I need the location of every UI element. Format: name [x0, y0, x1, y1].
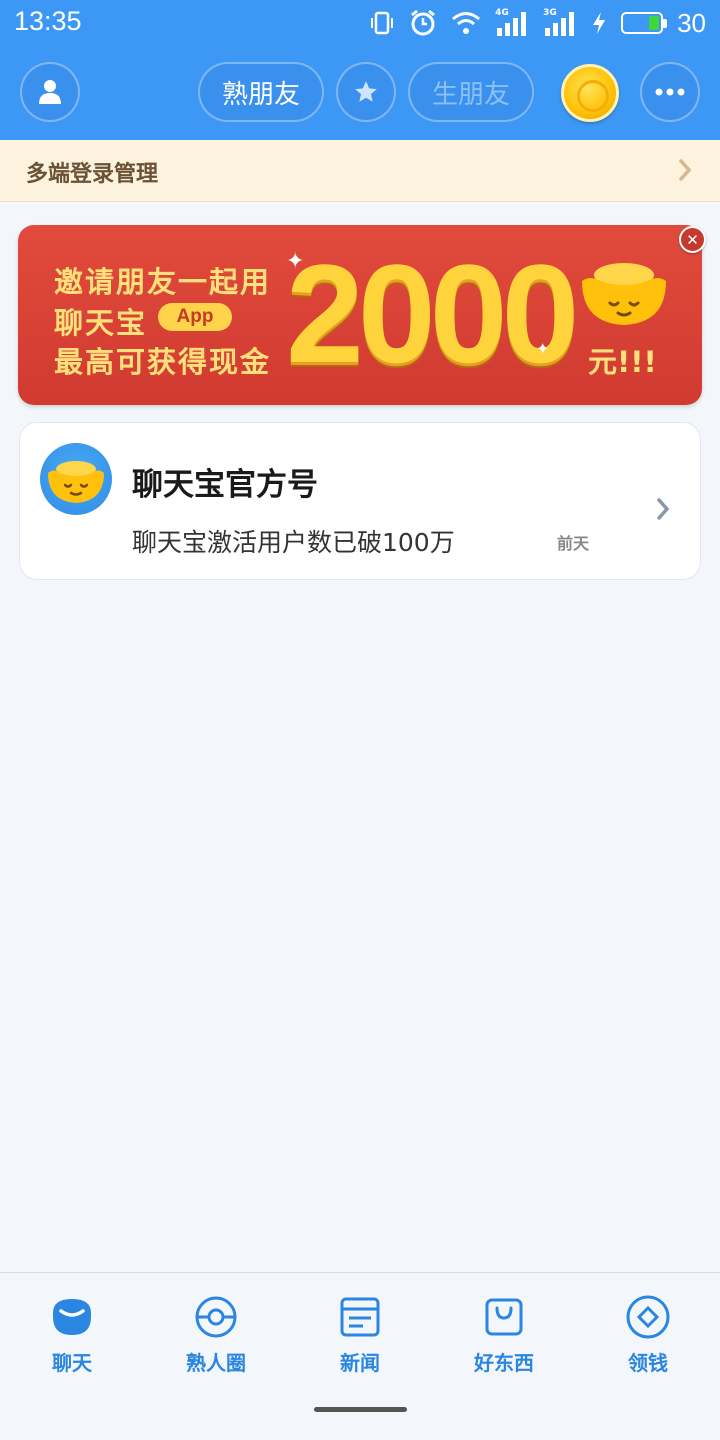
banner-unit: 元!!! [588, 345, 657, 379]
home-indicator[interactable] [314, 1407, 407, 1412]
app-header: 13:35 4G 3G 30 熟朋友 生朋友 [0, 0, 720, 140]
multi-device-login-bar[interactable]: 多端登录管理 [0, 140, 720, 202]
chat-icon [48, 1295, 96, 1339]
chevron-right-icon [657, 498, 670, 520]
gold-ingot-icon [48, 461, 104, 503]
bottom-nav: 聊天 熟人圈 新闻 好东西 领钱 [0, 1272, 720, 1382]
nav-item-chat[interactable]: 聊天 [12, 1295, 132, 1376]
star-icon [355, 81, 377, 102]
app-badge: App [158, 303, 232, 331]
alarm-icon [411, 9, 436, 36]
official-account-avatar [40, 443, 112, 515]
close-icon: ✕ [686, 230, 699, 249]
vibrate-icon [371, 11, 394, 35]
battery-level: 30 [677, 7, 706, 38]
nav-label: 熟人圈 [186, 1351, 246, 1375]
person-icon [39, 80, 61, 104]
login-bar-label: 多端登录管理 [26, 162, 159, 187]
sparkle-icon: ✦ [286, 249, 305, 274]
banner-line-2: 聊天宝 [54, 306, 148, 340]
chat-list-item[interactable]: 聊天宝官方号 聊天宝激活用户数已破100万 前天 [19, 422, 701, 580]
wifi-icon [452, 12, 481, 34]
banner-amount: 2000 [286, 235, 579, 392]
invite-promo-banner[interactable]: 邀请朋友一起用 聊天宝 App 最高可获得现金 2000 ✦ ✦ 元!!! [18, 225, 702, 405]
banner-line-3: 最高可获得现金 [54, 345, 272, 379]
sparkle-icon: ✦ [536, 339, 550, 358]
nav-item-earn[interactable]: 领钱 [588, 1295, 708, 1376]
gold-coin-button[interactable] [561, 64, 619, 122]
more-dots-icon [655, 88, 685, 96]
nav-label: 新闻 [340, 1351, 380, 1375]
circle-icon [192, 1295, 240, 1339]
gold-ingot-icon [582, 263, 666, 325]
favorites-button[interactable] [336, 62, 396, 122]
signal-4g-icon: 4G [495, 8, 529, 36]
profile-button[interactable] [20, 62, 80, 122]
chevron-right-icon [679, 159, 692, 181]
status-bar: 13:35 4G 3G 30 [0, 0, 720, 48]
signal-3g-icon: 3G [543, 8, 577, 36]
nav-label: 领钱 [628, 1351, 668, 1375]
close-banner-button[interactable]: ✕ [679, 226, 706, 253]
news-icon [336, 1295, 384, 1339]
diamond-icon [624, 1295, 672, 1339]
nav-label: 聊天 [52, 1351, 92, 1375]
battery-icon [621, 12, 668, 34]
tab-strangers[interactable]: 生朋友 [408, 62, 534, 122]
charging-icon [593, 12, 606, 34]
nav-item-goods[interactable]: 好东西 [444, 1295, 564, 1376]
chat-last-message: 聊天宝激活用户数已破100万 [132, 528, 455, 557]
status-time: 13:35 [14, 6, 82, 36]
nav-item-circle[interactable]: 熟人圈 [156, 1295, 276, 1376]
banner-line-1: 邀请朋友一起用 [54, 265, 272, 299]
chat-time: 前天 [557, 534, 590, 553]
tab-close-friends[interactable]: 熟朋友 [198, 62, 324, 122]
nav-label: 好东西 [474, 1351, 534, 1375]
chat-title: 聊天宝官方号 [132, 467, 318, 503]
more-button[interactable] [640, 62, 700, 122]
nav-item-news[interactable]: 新闻 [300, 1295, 420, 1376]
shopping-bag-icon [480, 1295, 528, 1339]
